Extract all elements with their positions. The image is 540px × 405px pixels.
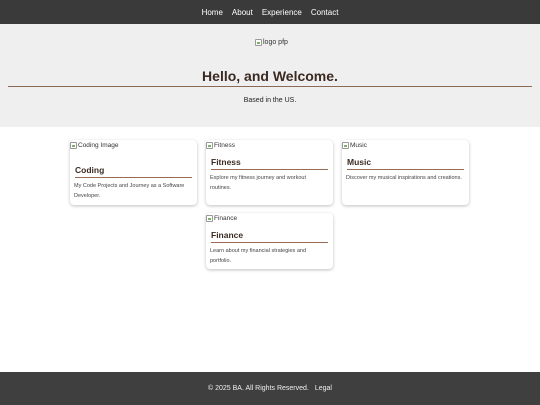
card-description: Learn about my financial strategies and … [210,248,307,264]
nav-experience-link[interactable]: Experience [262,8,302,17]
logo-image: logo pfp [255,39,288,46]
broken-image-icon [70,142,77,149]
card-divider [347,169,464,170]
site-footer: © 2025 BA. All Rights Reserved. Legal [0,372,540,405]
hero-subtitle: Based in the US. [243,97,297,104]
card-image-alt: Finance [214,215,238,222]
card-divider [211,242,328,243]
card-finance[interactable]: Finance Finance Learn about my financial… [206,213,333,269]
card-title: Coding [75,165,105,175]
broken-image-icon [206,215,213,222]
hero-divider [8,86,532,87]
page-title: Hello, and Welcome. [202,68,338,84]
broken-image-icon [342,142,349,149]
card-divider [75,177,192,178]
broken-image-icon [206,142,213,149]
copyright-text: © 2025 BA. All Rights Reserved. [207,385,309,392]
nav-home-link[interactable]: Home [202,8,223,17]
nav-about-link[interactable]: About [232,8,253,17]
card-fitness-image: Fitness [206,142,235,149]
logo-alt-text: logo pfp [263,39,288,46]
card-finance-image: Finance [206,215,237,222]
card-title: Fitness [211,157,241,167]
legal-link[interactable]: Legal [315,385,332,392]
card-coding[interactable]: Coding Image Coding My Code Projects and… [70,140,197,205]
card-image-alt: Fitness [214,142,235,149]
card-music[interactable]: Music Music Discover my musical inspirat… [342,140,469,205]
card-divider [211,169,328,170]
card-title: Music [347,157,372,167]
top-nav: Home About Experience Contact [0,0,540,24]
card-coding-image: Coding Image [70,142,118,149]
hero-section: logo pfp Hello, and Welcome. Based in th… [0,24,540,127]
broken-image-icon [255,39,262,46]
card-music-image: Music [342,142,367,149]
card-description: Explore my fitness journey and workout r… [210,175,306,191]
card-fitness[interactable]: Fitness Fitness Explore my fitness journ… [206,140,333,205]
card-title: Finance [211,230,244,240]
nav-contact-link[interactable]: Contact [311,8,339,17]
card-description: Discover my musical inspirations and cre… [346,175,462,181]
card-description: My Code Projects and Journey as a Softwa… [74,183,185,199]
card-image-alt: Coding Image [78,142,119,149]
card-image-alt: Music [350,142,367,149]
